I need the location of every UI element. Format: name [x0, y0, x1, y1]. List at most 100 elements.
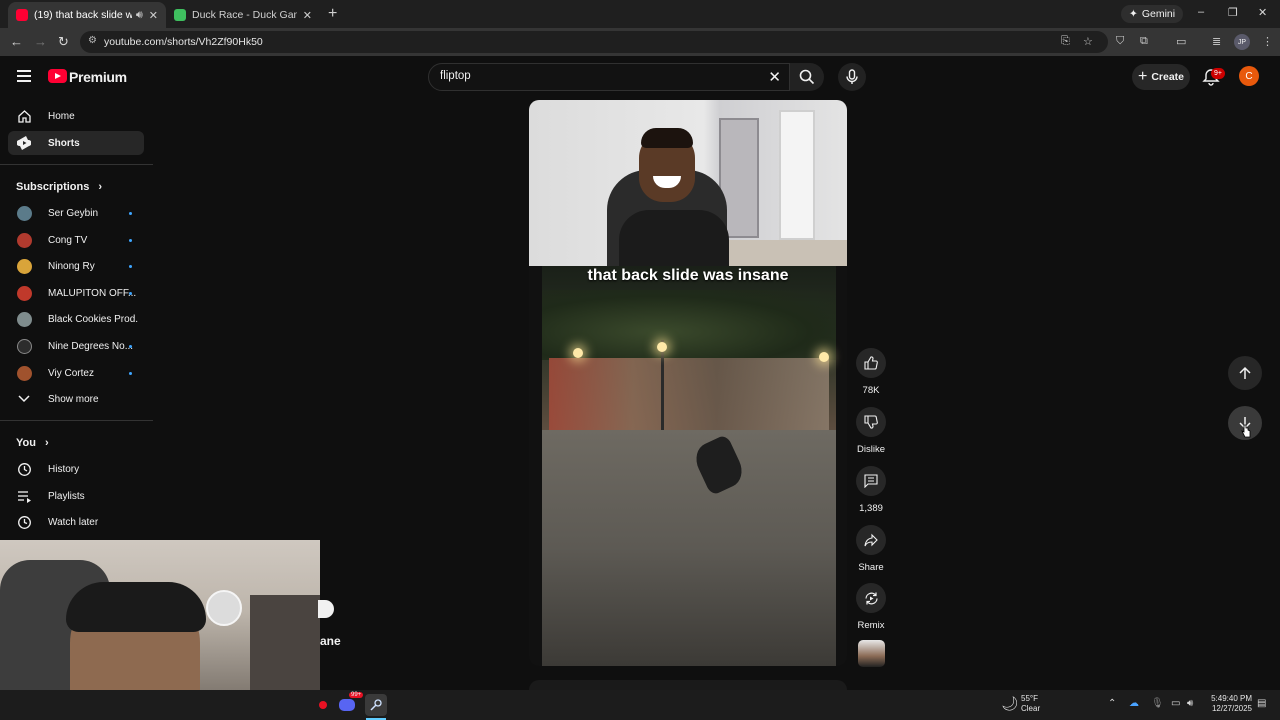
subscriptions-header[interactable]: Subscriptions › — [16, 181, 102, 193]
menu-icon[interactable] — [17, 70, 31, 82]
sidebar-item-playlists[interactable]: Playlists — [8, 484, 144, 508]
new-tab-button[interactable]: + — [328, 5, 337, 23]
volume-icon[interactable]: 🔊︎ — [1187, 698, 1193, 709]
notification-center-icon[interactable]: ▤ — [1257, 698, 1266, 709]
remix-action[interactable]: Remix — [850, 583, 892, 631]
sidebar-item-label: History — [48, 463, 80, 475]
url-text[interactable]: youtube.com/shorts/Vh2Zf90Hk50 — [104, 36, 263, 48]
youtube-premium-wordmark[interactable]: Premium — [69, 69, 127, 85]
weather-widget[interactable]: 55°F Clear — [1021, 694, 1040, 714]
microphone-tray-icon[interactable]: 🎙︎ — [1151, 698, 1164, 709]
partially-hidden-text: ane — [320, 634, 341, 648]
sidebar-item-shorts[interactable]: Shorts — [8, 131, 144, 155]
comments-button[interactable] — [856, 466, 886, 496]
partially-hidden-button[interactable] — [318, 600, 334, 618]
voice-search-button[interactable] — [838, 63, 866, 91]
share-arrow-icon — [864, 533, 878, 547]
shorts-video-player[interactable]: that back slide was insane — [529, 100, 847, 666]
reload-icon[interactable]: ↻ — [58, 34, 69, 50]
youtube-favicon-icon — [16, 9, 28, 21]
chevron-up-icon[interactable]: ⌃ — [1108, 698, 1116, 709]
plus-icon: + — [1137, 68, 1148, 85]
search-box[interactable]: fliptop ✕ — [428, 63, 790, 91]
steam-icon[interactable] — [365, 694, 387, 716]
youtube-masthead: Premium fliptop ✕ + Create 9+ C — [0, 56, 1280, 100]
clock-date: 12/27/2025 — [1211, 704, 1252, 713]
back-icon[interactable]: ← — [10, 34, 23, 49]
dislike-action[interactable]: Dislike — [850, 407, 892, 455]
tab-youtube-short[interactable]: (19) that back slide was insane 🔊︎ ✕ — [8, 2, 166, 28]
wet-sidewalk — [542, 430, 836, 666]
subscription-label: Black Cookies Prod... — [48, 313, 138, 325]
reading-list-icon[interactable]: ≣ — [1212, 35, 1221, 48]
system-clock[interactable]: 5:49:40 PM 12/27/2025 — [1206, 694, 1252, 714]
channel-avatar — [16, 311, 32, 327]
shield-extension-icon[interactable]: ⛉ — [1116, 35, 1124, 48]
restore-button[interactable]: ❐ — [1228, 6, 1238, 19]
reactor-hair — [641, 128, 693, 148]
forward-icon[interactable]: → — [34, 34, 47, 49]
subscription-item[interactable]: Ninong Ry — [8, 254, 144, 278]
youtube-logo-icon[interactable] — [48, 69, 67, 83]
gemini-button[interactable]: ✦ Gemini — [1121, 5, 1184, 23]
site-info-icon[interactable]: ⚙ — [88, 35, 97, 46]
new-content-dot — [129, 264, 132, 268]
minimize-button[interactable]: – — [1198, 6, 1204, 18]
street-lamp — [661, 340, 664, 440]
previous-short-button[interactable] — [1228, 356, 1262, 390]
dislike-button[interactable] — [856, 407, 886, 437]
cast-icon[interactable]: ▭ — [1176, 35, 1186, 48]
weather-moon-icon[interactable]: 🌙︎ — [1001, 695, 1019, 712]
weather-condition: Clear — [1021, 704, 1041, 713]
sidebar-item-history[interactable]: History — [8, 457, 144, 481]
bookmark-star-icon[interactable]: ☆ — [1083, 35, 1093, 48]
subscription-label: Nine Degrees No... — [48, 340, 134, 352]
close-tab-icon[interactable]: ✕ — [303, 9, 312, 22]
channel-avatar — [16, 365, 32, 381]
subscription-item[interactable]: Nine Degrees No... — [8, 334, 144, 358]
sidebar-item-home[interactable]: Home — [8, 104, 144, 128]
create-button[interactable]: + Create — [1132, 64, 1190, 90]
clear-search-icon[interactable]: ✕ — [768, 68, 781, 86]
temperature: 55°F — [1021, 694, 1038, 703]
sidebar-item-watch-later[interactable]: Watch later — [8, 510, 144, 534]
install-app-icon[interactable]: ⎘ — [1061, 35, 1070, 48]
you-header[interactable]: You › — [16, 437, 49, 449]
share-action[interactable]: Share — [850, 525, 892, 573]
extensions-puzzle-icon[interactable]: ⧉ — [1140, 35, 1148, 48]
close-tab-icon[interactable]: ✕ — [149, 9, 158, 22]
sidebar-item-label: Home — [48, 110, 75, 122]
subscription-item[interactable]: Cong TV — [8, 228, 144, 252]
close-window-button[interactable]: ✕ — [1258, 6, 1267, 19]
subscription-item[interactable]: Ser Geybin — [8, 201, 144, 225]
show-more-button[interactable]: Show more — [8, 387, 144, 411]
browser-profile-avatar[interactable]: JP — [1234, 34, 1250, 50]
tab-duck-race[interactable]: Duck Race - Duck Games ✕ — [166, 2, 320, 28]
home-icon — [16, 108, 32, 124]
arrow-up-icon — [1239, 366, 1251, 379]
share-button[interactable] — [856, 525, 886, 555]
background-trees — [542, 290, 836, 360]
tab-title: (19) that back slide was insane — [34, 9, 132, 21]
like-button[interactable] — [856, 348, 886, 378]
network-icon[interactable]: ▭ — [1171, 698, 1180, 709]
search-button[interactable] — [790, 63, 824, 91]
original-sound-thumbnail[interactable] — [858, 640, 885, 667]
discord-badge: 99+ — [349, 692, 364, 698]
sidebar-divider — [0, 420, 153, 421]
address-bar[interactable]: ⚙ youtube.com/shorts/Vh2Zf90Hk50 — [80, 31, 1108, 53]
browser-menu-icon[interactable]: ⋮ — [1262, 35, 1273, 48]
onedrive-icon[interactable]: ☁ — [1129, 698, 1139, 709]
taskbar-app-icon[interactable] — [312, 694, 334, 716]
comments-action[interactable]: 1,389 — [850, 466, 892, 514]
like-action[interactable]: 78K — [850, 348, 892, 396]
like-count: 78K — [862, 385, 880, 396]
subscription-item[interactable]: MALUPITON OFF... — [8, 281, 144, 305]
show-more-label: Show more — [48, 393, 99, 405]
subscription-item[interactable]: Black Cookies Prod... — [8, 307, 144, 331]
subscription-item[interactable]: Viy Cortez — [8, 361, 144, 385]
remix-button[interactable] — [856, 583, 886, 613]
account-avatar[interactable]: C — [1239, 66, 1259, 86]
search-input[interactable]: fliptop — [440, 70, 471, 82]
speaker-icon[interactable]: 🔊︎ — [136, 9, 143, 22]
